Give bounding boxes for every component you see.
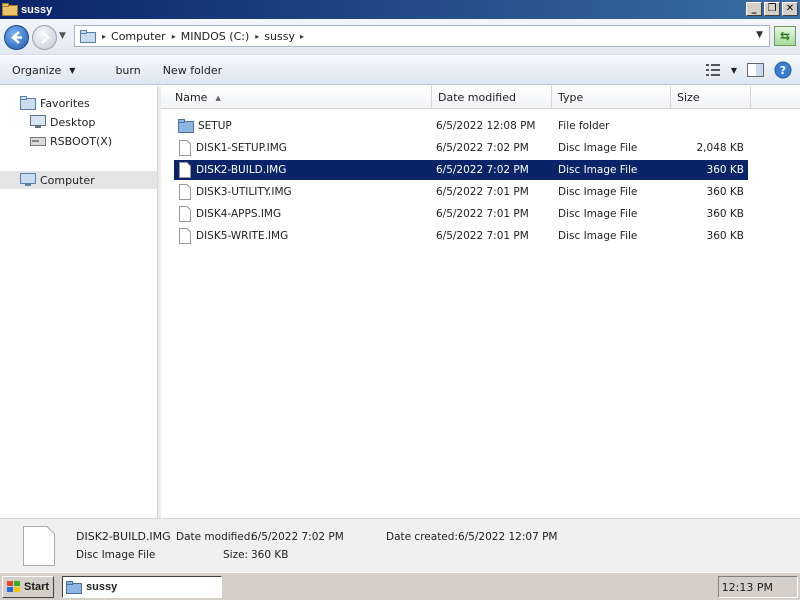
details-file-type: Disc Image File [76, 549, 156, 561]
minimize-button[interactable]: _ [746, 2, 762, 16]
command-bar: Organize ▼ burn New folder ▼ ? [0, 56, 800, 85]
desktop-icon [30, 115, 46, 128]
nav-rsboot[interactable]: RSBOOT(X) [30, 134, 112, 148]
new-folder-button[interactable]: New folder [157, 64, 228, 77]
file-thumbnail-icon [23, 526, 55, 566]
help-icon[interactable]: ? [774, 61, 792, 79]
column-headers: Name ▲ Date modified Type Size [161, 86, 800, 109]
maximize-button[interactable]: ❐ [764, 2, 780, 16]
back-arrow-icon [11, 31, 22, 44]
window-title: sussy [21, 3, 53, 16]
sort-ascending-icon: ▲ [215, 93, 221, 102]
file-icon [179, 162, 191, 178]
view-options-dropdown[interactable]: ▼ [731, 66, 737, 75]
drive-icon [30, 137, 46, 146]
nav-desktop[interactable]: Desktop [30, 115, 95, 129]
details-modified-label: Date modified: [176, 531, 254, 543]
nav-favorites[interactable]: Favorites [20, 96, 90, 110]
file-icon [179, 184, 191, 200]
folder-icon [2, 3, 18, 16]
nav-computer[interactable]: Computer [0, 171, 157, 189]
details-pane: DISK2-BUILD.IMG Disc Image File Date mod… [0, 518, 800, 572]
forward-button[interactable] [32, 25, 57, 50]
details-modified-value: 6/5/2022 7:02 PM [251, 531, 344, 543]
details-size-value: 360 KB [251, 549, 289, 561]
breadcrumb-computer[interactable]: ▸ Computer [102, 30, 166, 43]
windows-logo-icon [7, 581, 20, 592]
title-bar[interactable]: sussy _ ❐ ✕ [0, 0, 800, 19]
details-created-label: Date created: [386, 531, 458, 543]
chevron-down-icon: ▼ [69, 65, 76, 75]
address-bar[interactable]: ▸ Computer ▸ MINDOS (C:) ▸ sussy ▸ ▼ [74, 25, 770, 47]
breadcrumb-mindos[interactable]: ▸ MINDOS (C:) [172, 30, 250, 43]
file-row-selected[interactable]: DISK2-BUILD.IMG 6/5/2022 7:02 PM Disc Im… [174, 160, 748, 180]
recent-pages-dropdown[interactable]: ▼ [59, 31, 66, 41]
details-size-label: Size: [223, 549, 249, 561]
breadcrumb-sussy[interactable]: ▸ sussy ▸ [255, 30, 309, 43]
taskbar: Start sussy 12:13 PM [0, 572, 800, 600]
file-list: SETUP 6/5/2022 12:08 PM File folder DISK… [161, 109, 800, 518]
column-header-date[interactable]: Date modified [432, 86, 552, 109]
change-view-icon[interactable] [705, 62, 721, 78]
address-history-dropdown[interactable]: ▼ [756, 30, 763, 40]
taskbar-item-sussy[interactable]: sussy [62, 576, 222, 598]
forward-arrow-icon [41, 31, 50, 44]
navigation-pane: Favorites Desktop RSBOOT(X) Computer [0, 86, 158, 518]
back-button[interactable] [4, 25, 29, 50]
close-button[interactable]: ✕ [782, 2, 798, 16]
favorites-icon [20, 96, 36, 110]
file-icon [179, 228, 191, 244]
details-created-value: 6/5/2022 12:07 PM [458, 531, 558, 543]
system-tray: 12:13 PM [718, 576, 798, 598]
file-row[interactable]: DISK1-SETUP.IMG 6/5/2022 7:02 PM Disc Im… [174, 138, 748, 158]
clock[interactable]: 12:13 PM [722, 581, 773, 594]
file-row[interactable]: DISK3-UTILITY.IMG 6/5/2022 7:01 PM Disc … [174, 182, 748, 202]
preview-pane-icon[interactable] [747, 62, 764, 78]
column-header-size[interactable]: Size [671, 86, 751, 109]
file-icon [179, 140, 191, 156]
column-header-name[interactable]: Name ▲ [161, 86, 432, 109]
file-row[interactable]: DISK5-WRITE.IMG 6/5/2022 7:01 PM Disc Im… [174, 226, 748, 246]
file-row[interactable]: DISK4-APPS.IMG 6/5/2022 7:01 PM Disc Ima… [174, 204, 748, 224]
computer-icon [20, 173, 36, 186]
file-row[interactable]: SETUP 6/5/2022 12:08 PM File folder [174, 116, 748, 136]
details-file-name: DISK2-BUILD.IMG [76, 530, 171, 543]
refresh-icon: ⇆ [779, 29, 791, 43]
column-header-type[interactable]: Type [552, 86, 671, 109]
folder-icon [66, 580, 82, 594]
svg-text:?: ? [780, 64, 786, 77]
address-row: ▼ ▸ Computer ▸ MINDOS (C:) ▸ sussy ▸ ▼ ⇆ [0, 19, 800, 55]
organize-button[interactable]: Organize ▼ [6, 64, 81, 77]
folder-icon [178, 119, 194, 133]
column-header-empty [751, 86, 800, 109]
file-icon [179, 206, 191, 222]
refresh-button[interactable]: ⇆ [774, 26, 796, 46]
folder-icon [80, 29, 96, 43]
start-button[interactable]: Start [2, 576, 54, 598]
burn-button[interactable]: burn [109, 64, 146, 77]
